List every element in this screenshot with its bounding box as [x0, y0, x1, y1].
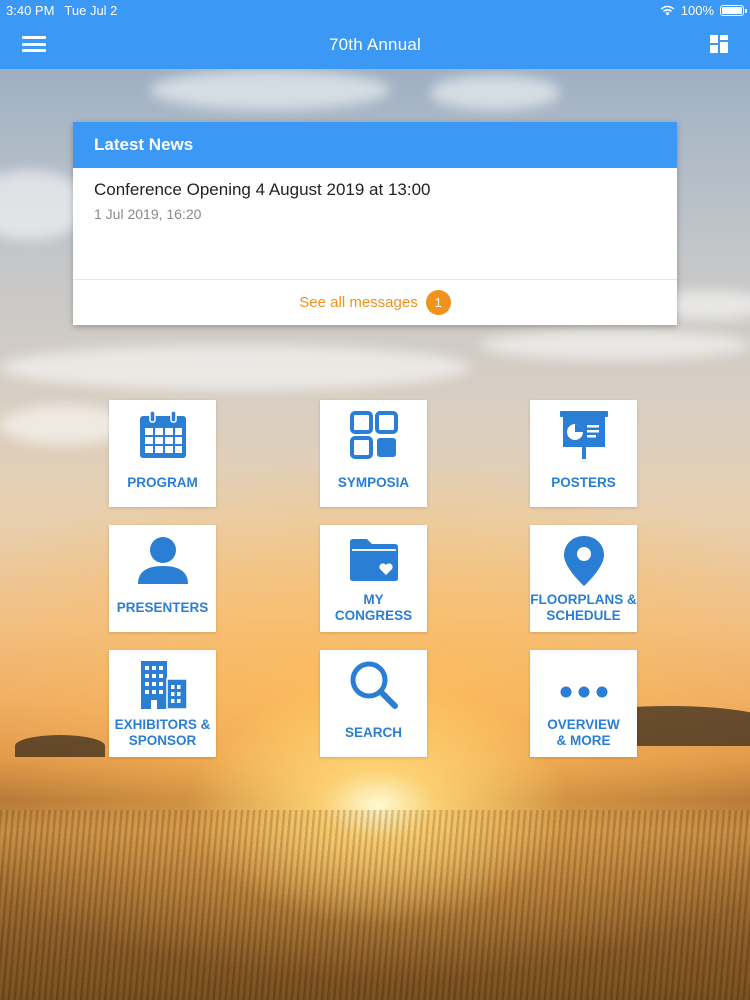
- tile-label: PROGRAM: [127, 475, 198, 490]
- status-date: Tue Jul 2: [64, 2, 118, 18]
- news-item-title: Conference Opening 4 August 2019 at 13:0…: [94, 180, 431, 199]
- nav-bar: 70th Annual: [0, 20, 750, 69]
- tile-program[interactable]: PROGRAM: [109, 400, 216, 507]
- news-footer: See all messages 1: [73, 279, 677, 325]
- tile-search[interactable]: SEARCH: [320, 650, 427, 757]
- tile-label: POSTERS: [551, 475, 616, 490]
- tile-exhibitors-sponsor[interactable]: EXHIBITORS & SPONSOR: [109, 650, 216, 757]
- more-dots-icon: [560, 686, 607, 698]
- tile-icon-wrap: [530, 534, 637, 586]
- wifi-icon: [660, 5, 675, 15]
- tile-icon-wrap: [109, 534, 216, 586]
- tile-posters[interactable]: POSTERS: [530, 400, 637, 507]
- tile-icon-wrap: [530, 659, 637, 711]
- see-all-messages-link[interactable]: See all messages: [299, 294, 417, 311]
- latest-news-card: Latest News Conference Opening 4 August …: [73, 122, 677, 325]
- cloud: [480, 330, 750, 360]
- calendar-icon: [139, 410, 186, 458]
- tile-icon-wrap: [320, 409, 427, 461]
- tile-icon-wrap: [530, 409, 637, 461]
- grass-field: [0, 810, 750, 1000]
- tile-icon-wrap: [320, 534, 427, 586]
- cloud: [430, 75, 560, 110]
- news-item-date: 1 Jul 2019, 16:20: [94, 206, 202, 222]
- tile-icon-wrap: [109, 659, 216, 711]
- tile-label: EXHIBITORS & SPONSOR: [114, 717, 211, 748]
- buildings-icon: [140, 661, 188, 710]
- menu-line: [22, 42, 46, 46]
- grid-squares-icon: [349, 411, 398, 459]
- battery-percentage: 100%: [680, 2, 714, 18]
- tile-symposia[interactable]: SYMPOSIA: [320, 400, 427, 507]
- battery-fill: [722, 6, 742, 14]
- latest-news-header: Latest News: [73, 122, 677, 168]
- presentation-board-icon: [559, 411, 608, 459]
- tile-label: OVERVIEW & MORE: [547, 717, 620, 748]
- map-pin-icon: [563, 536, 604, 586]
- unread-count-badge: 1: [425, 290, 451, 315]
- folder-heart-icon: [349, 539, 398, 581]
- dashboard-grid-icon[interactable]: [710, 35, 728, 53]
- hamburger-menu-icon[interactable]: [22, 34, 46, 54]
- tile-label: MY CONGRESS: [334, 592, 413, 623]
- battery-icon: [720, 4, 747, 16]
- news-item[interactable]: Conference Opening 4 August 2019 at 13:0…: [73, 168, 677, 279]
- search-icon: [350, 661, 398, 709]
- tile-label: FLOORPLANS & SCHEDULE: [530, 592, 637, 623]
- tree-line: [15, 735, 105, 757]
- tile-label: SEARCH: [344, 725, 402, 740]
- person-icon: [137, 537, 188, 584]
- tile-label: PRESENTERS: [116, 600, 209, 615]
- menu-line: [22, 36, 46, 39]
- tile-my-congress[interactable]: MY CONGRESS: [320, 525, 427, 632]
- tile-icon-wrap: [320, 659, 427, 711]
- page-title: 70th Annual: [328, 34, 421, 54]
- tile-icon-wrap: [109, 409, 216, 461]
- tile-label: SYMPOSIA: [337, 475, 410, 490]
- cloud: [0, 345, 470, 390]
- menu-line: [22, 49, 46, 52]
- tile-floorplans-schedule[interactable]: FLOORPLANS & SCHEDULE: [530, 525, 637, 632]
- cloud: [150, 70, 390, 110]
- tile-overview-more[interactable]: OVERVIEW & MORE: [530, 650, 637, 757]
- tile-presenters[interactable]: PRESENTERS: [109, 525, 216, 632]
- status-time: 3:40 PM: [6, 2, 55, 18]
- status-bar: 3:40 PM Tue Jul 2 100%: [0, 0, 750, 20]
- status-right: 100%: [660, 2, 747, 18]
